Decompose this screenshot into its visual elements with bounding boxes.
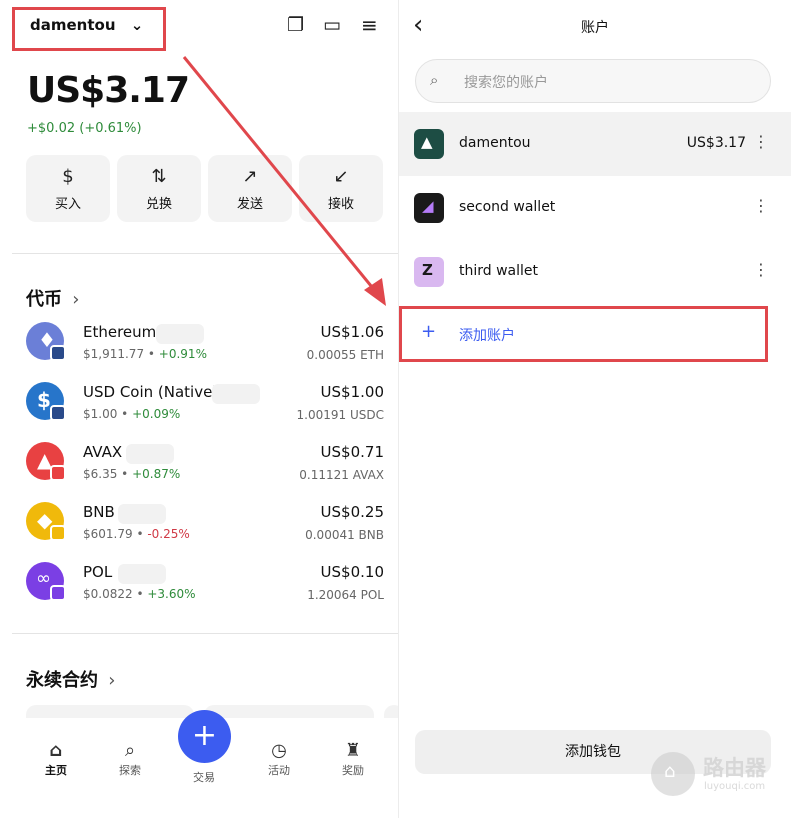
arrow-line <box>182 56 378 293</box>
annotation-arrow <box>182 56 386 306</box>
